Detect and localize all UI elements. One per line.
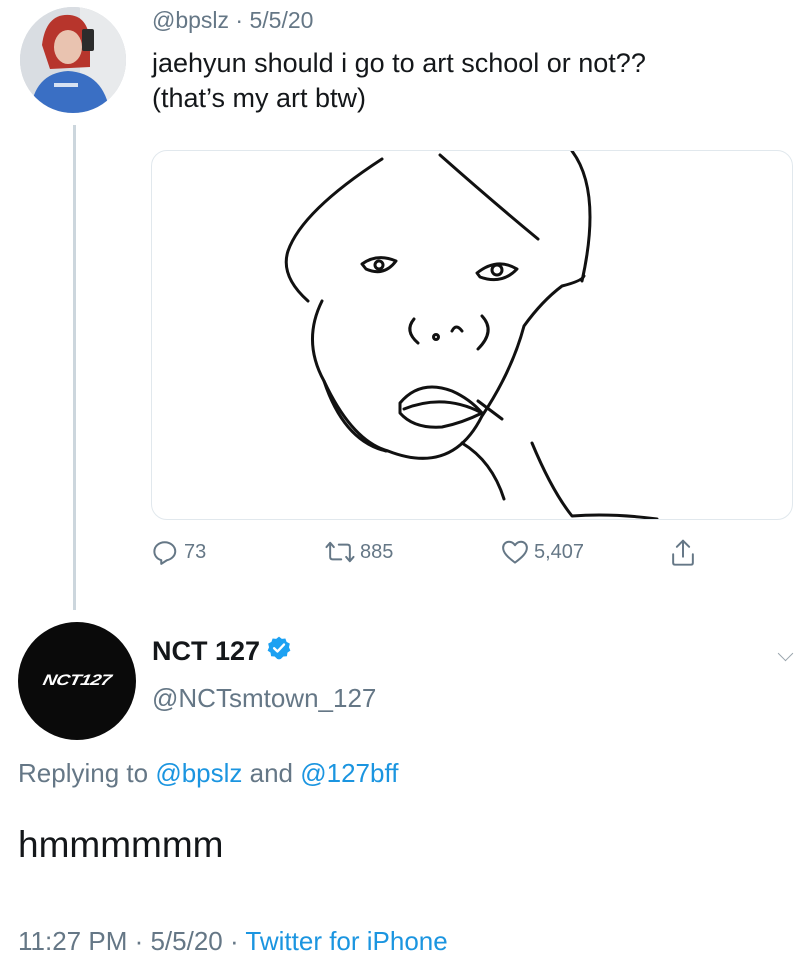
tweet-image[interactable] <box>151 150 793 520</box>
tweet-meta: @bpslz · 5/5/20 <box>152 7 313 34</box>
thread-connector-line <box>73 125 76 610</box>
replying-user-link-1[interactable]: @bpslz <box>155 758 242 788</box>
like-count: 5,407 <box>534 540 585 563</box>
footer-separator-2: · <box>222 926 246 956</box>
nct-avatar[interactable]: NCT127 <box>18 622 136 740</box>
face-drawing-image <box>284 151 659 519</box>
tweet-date[interactable]: 5/5/20 <box>250 7 314 33</box>
share-icon <box>672 539 694 566</box>
retweet-icon <box>325 541 355 563</box>
avatar-photo <box>20 7 126 113</box>
reply-action[interactable]: 73 <box>150 537 206 567</box>
heart-icon <box>502 540 528 564</box>
nct-logo: NCT127 <box>41 672 113 689</box>
meta-separator: · <box>229 7 250 33</box>
replying-prefix: Replying to <box>18 758 156 788</box>
footer-separator-1: · <box>127 926 151 956</box>
tweet-handle[interactable]: @bpslz <box>152 7 229 33</box>
reply-text: hmmmmmm <box>18 824 224 865</box>
replying-to: Replying to @bpslz and @127bff <box>18 758 398 789</box>
user-avatar[interactable] <box>20 7 126 113</box>
verified-badge-icon <box>266 635 292 668</box>
reply-source-link[interactable]: Twitter for iPhone <box>245 926 447 956</box>
reply-date[interactable]: 5/5/20 <box>150 926 222 956</box>
chevron-down-icon[interactable] <box>777 645 794 662</box>
reply-count: 73 <box>184 540 207 563</box>
reply-handle[interactable]: @NCTsmtown_127 <box>152 683 376 714</box>
retweet-action[interactable]: 885 <box>324 537 393 567</box>
retweet-count: 885 <box>360 540 394 563</box>
reply-display-name[interactable]: NCT 127 <box>152 635 292 668</box>
replying-and: and <box>242 758 301 788</box>
reply-time[interactable]: 11:27 PM <box>18 926 127 956</box>
like-action[interactable]: 5,407 <box>500 537 584 567</box>
share-action[interactable] <box>668 537 698 569</box>
reply-footer: 11:27 PM · 5/5/20 · Twitter for iPhone <box>18 926 448 957</box>
tweet-text-line-1: jaehyun should i go to art school or not… <box>152 48 646 78</box>
reply-icon <box>153 541 177 565</box>
tweet-text-line-2: (that’s my art btw) <box>152 83 367 113</box>
tweet-text: jaehyun should i go to art school or not… <box>152 46 782 116</box>
reply-name-text: NCT 127 <box>152 636 261 666</box>
replying-user-link-2[interactable]: @127bff <box>300 758 398 788</box>
